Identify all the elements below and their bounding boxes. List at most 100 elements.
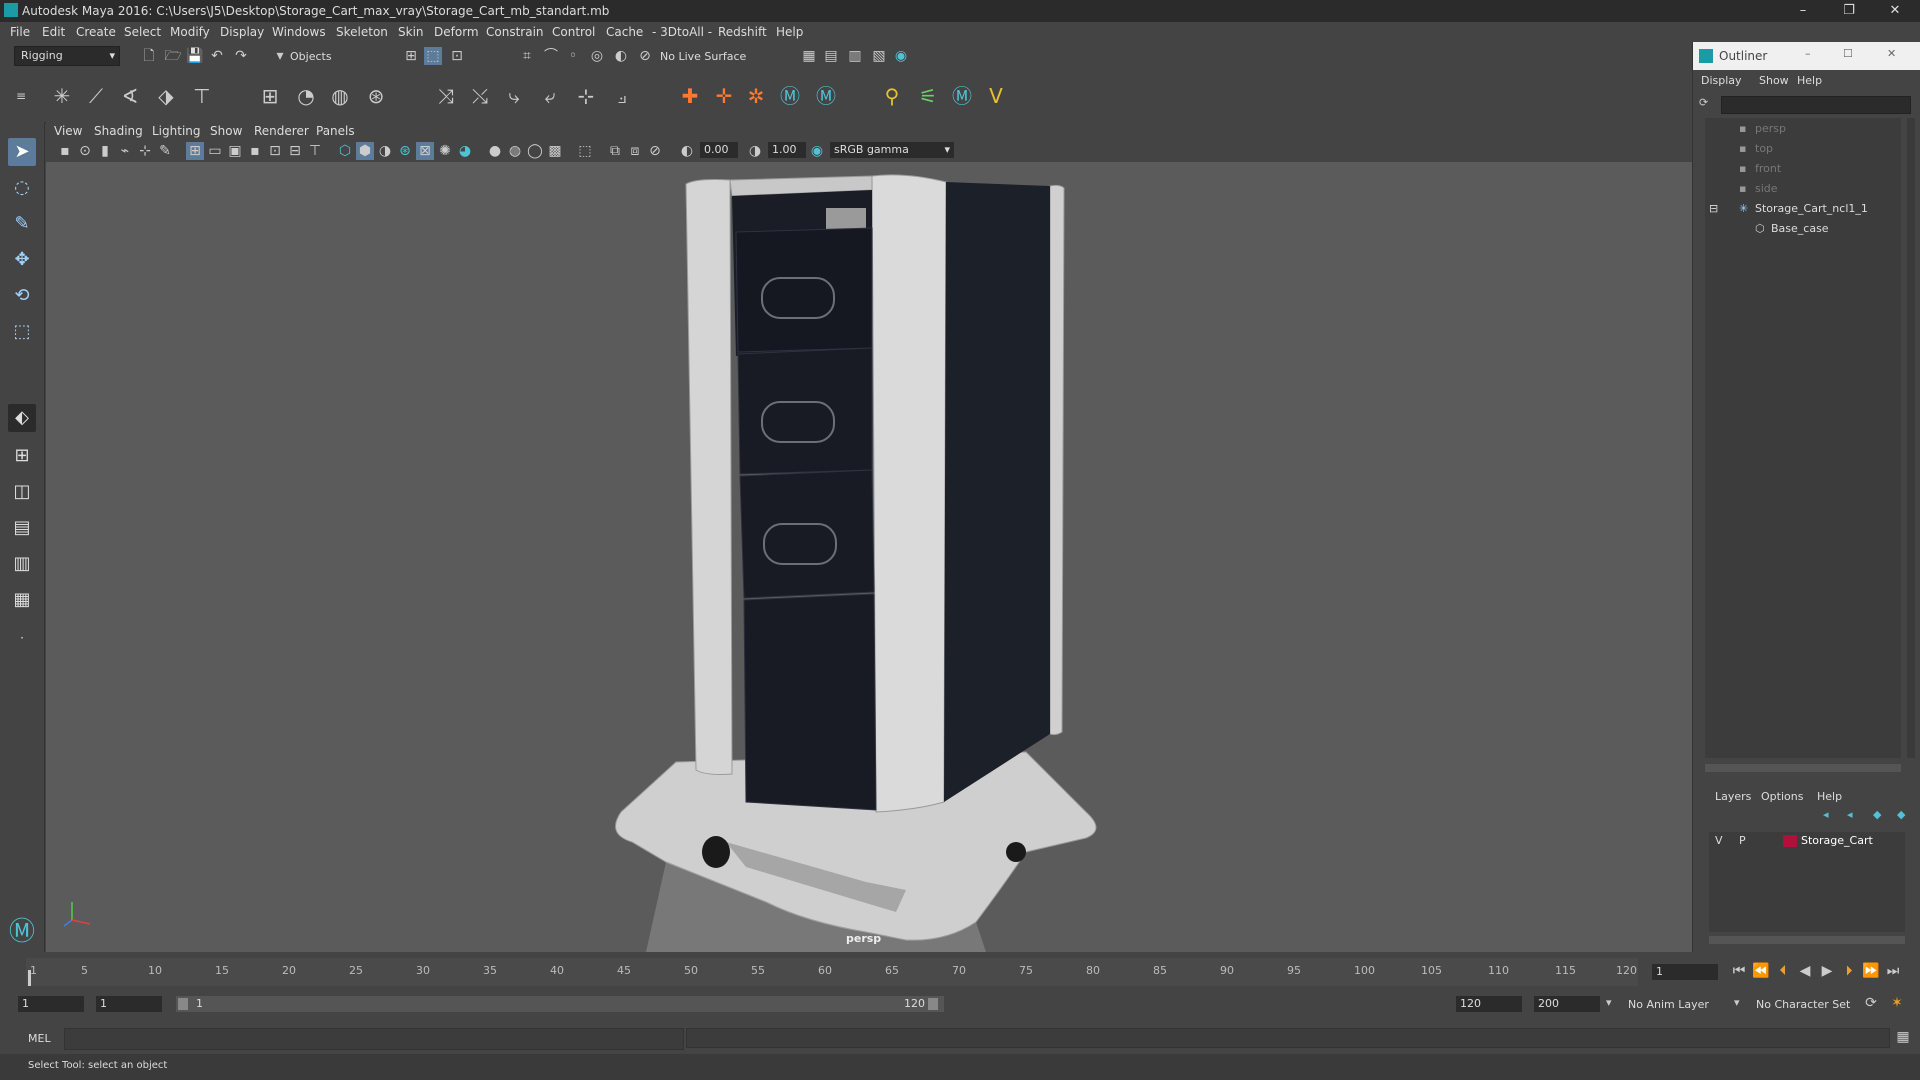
chevron-down-icon[interactable]: ▾ <box>274 47 286 65</box>
snap-view-icon[interactable]: ◎ <box>588 47 606 65</box>
gamma-field[interactable]: 1.00 <box>768 142 806 158</box>
move-layer-up-icon[interactable]: ◂ <box>1823 808 1829 821</box>
soft-mod-icon[interactable]: ⊛ <box>362 82 390 110</box>
menu-windows[interactable]: Windows <box>272 25 326 39</box>
layer-color-swatch[interactable] <box>1783 835 1797 847</box>
step-forward-frame-icon[interactable]: ⏵ <box>1840 962 1858 980</box>
outliner-layout-icon[interactable]: ▤ <box>8 514 36 542</box>
outliner-maximize-button[interactable]: ☐ <box>1843 47 1853 60</box>
command-input[interactable] <box>64 1028 684 1050</box>
refresh-icon[interactable]: ⟳ <box>1699 96 1715 112</box>
snap-surface-icon[interactable]: ◐ <box>612 47 630 65</box>
snap-live-icon[interactable]: ⊘ <box>636 47 654 65</box>
open-scene-icon[interactable]: 🗁 <box>164 47 182 65</box>
go-to-end-icon[interactable]: ⏭ <box>1884 962 1902 980</box>
locator-icon[interactable]: ⬗ <box>152 82 180 110</box>
resolution-gate-icon[interactable]: ▣ <box>226 142 244 160</box>
end-time-field[interactable]: 200 <box>1534 996 1600 1012</box>
layer-row-storage-cart[interactable]: V P Storage_Cart <box>1709 832 1905 850</box>
ipr-render-icon[interactable]: ▧ <box>870 47 888 65</box>
menu-create[interactable]: Create <box>76 25 116 39</box>
motion-blur-icon[interactable]: ◍ <box>506 142 524 160</box>
chevron-down-icon[interactable]: ▾ <box>1734 996 1740 1009</box>
four-view-icon[interactable]: ⊞ <box>8 442 36 470</box>
2d-pan-icon[interactable]: ⊹ <box>136 142 154 160</box>
script-editor-icon[interactable]: ▦ <box>1894 1028 1912 1046</box>
smooth-shade-icon[interactable]: ⬢ <box>356 142 374 160</box>
xray-icon[interactable]: ⊠ <box>416 142 434 160</box>
menu-skin[interactable]: Skin <box>398 25 424 39</box>
select-hierarchy-icon[interactable]: ⊞ <box>402 47 420 65</box>
scale-tool-icon[interactable]: ⬚ <box>8 318 36 346</box>
menu-modify[interactable]: Modify <box>170 25 210 39</box>
mirror-weights-icon[interactable]: ⤶ <box>536 82 564 110</box>
vp-menu-shading[interactable]: Shading <box>94 124 143 138</box>
set-key-icon[interactable]: ⚲ <box>878 82 906 110</box>
bookmark-icon[interactable]: ▮ <box>96 142 114 160</box>
joint-tool-icon[interactable]: ✳ <box>48 82 76 110</box>
save-scene-icon[interactable]: 💾 <box>186 47 204 65</box>
outliner-menu-display[interactable]: Display <box>1701 74 1742 87</box>
sculpt-icon[interactable]: ◍ <box>326 82 354 110</box>
collapse-icon[interactable]: ⊟ <box>1709 200 1718 218</box>
outliner-menu-show[interactable]: Show <box>1759 74 1789 87</box>
go-to-start-icon[interactable]: ⏮ <box>1730 962 1748 980</box>
outliner-vscrollbar[interactable] <box>1907 118 1915 758</box>
aa-icon[interactable]: ◯ <box>526 142 544 160</box>
anim-prefs-icon[interactable]: ✶ <box>1888 994 1906 1012</box>
select-object-icon[interactable]: ⬚ <box>424 47 442 65</box>
outliner-hscrollbar[interactable] <box>1705 764 1901 772</box>
rotate-tool-icon[interactable]: ⟲ <box>8 282 36 310</box>
new-scene-icon[interactable]: 🗋 <box>140 47 158 65</box>
textured-icon[interactable]: ⊛ <box>396 142 414 160</box>
outliner-item-side[interactable]: ▪ side <box>1705 180 1895 198</box>
anim-layer-label[interactable]: No Anim Layer <box>1628 998 1709 1011</box>
select-component-icon[interactable]: ⊡ <box>448 47 466 65</box>
layers-hscrollbar[interactable] <box>1709 936 1905 944</box>
default-material-icon[interactable]: ◑ <box>376 142 394 160</box>
outliner-close-button[interactable]: ✕ <box>1887 47 1896 60</box>
menu-skeleton[interactable]: Skeleton <box>336 25 388 39</box>
xray-joints-icon[interactable]: ⧉ <box>606 142 624 160</box>
layer-playback-toggle[interactable]: P <box>1739 834 1746 847</box>
menu-edit[interactable]: Edit <box>42 25 65 39</box>
shelf-menu-icon[interactable]: ≡ <box>14 82 28 110</box>
ik-handle-icon[interactable]: ⟋ <box>82 82 110 110</box>
paint-weights-icon[interactable]: ⤷ <box>500 82 528 110</box>
menuset-dropdown[interactable]: Rigging ▾ <box>14 46 120 66</box>
orient-constraint-icon[interactable]: ✲ <box>742 82 770 110</box>
exposure-icon[interactable]: ◐ <box>678 142 696 160</box>
current-frame-field[interactable]: 1 <box>1652 964 1718 980</box>
selection-mode-label[interactable]: Objects <box>290 50 332 63</box>
menu-display[interactable]: Display <box>220 25 264 39</box>
render-view-icon[interactable]: ▤ <box>822 47 840 65</box>
character-icon[interactable]: Ⓜ <box>812 82 840 110</box>
new-layer-selected-icon[interactable]: ◆ <box>1897 808 1905 821</box>
menu-3dtoall[interactable]: - 3DtoAll - <box>652 25 712 39</box>
dof-icon[interactable]: ▩ <box>546 142 564 160</box>
ssao-icon[interactable]: ● <box>486 142 504 160</box>
menu-control[interactable]: Control <box>552 25 595 39</box>
move-tool-icon[interactable]: ✥ <box>8 246 36 274</box>
menu-cache[interactable]: Cache <box>606 25 643 39</box>
menu-redshift[interactable]: Redshift <box>718 25 767 39</box>
range-end-handle[interactable] <box>928 998 938 1010</box>
outliner-item-storage-cart[interactable]: ⊟ ✳ Storage_Cart_ncl1_1 <box>1705 200 1895 218</box>
step-back-frame-icon[interactable]: ⏴ <box>1774 962 1792 980</box>
new-layer-icon[interactable]: ◆ <box>1873 808 1881 821</box>
render-settings-icon[interactable]: ▦ <box>800 47 818 65</box>
undo-icon[interactable]: ↶ <box>208 47 226 65</box>
vp-menu-view[interactable]: View <box>54 124 82 138</box>
ik-spline-icon[interactable]: ∢ <box>116 82 144 110</box>
smooth-bind-icon[interactable]: ⤯ <box>466 82 494 110</box>
cluster-icon[interactable]: ⊤ <box>188 82 216 110</box>
perspective-viewport[interactable]: persp <box>46 162 1692 952</box>
mel-label[interactable]: MEL <box>28 1032 51 1045</box>
close-button[interactable]: ✕ <box>1872 0 1918 22</box>
paint-select-icon[interactable]: ✎ <box>8 210 36 238</box>
safe-title-icon[interactable]: ⊤ <box>306 142 324 160</box>
aim-constraint-icon[interactable]: ✛ <box>710 82 738 110</box>
range-bar[interactable]: 1 120 <box>176 996 944 1012</box>
live-surface-label[interactable]: No Live Surface <box>660 50 746 63</box>
vp-menu-renderer[interactable]: Renderer <box>254 124 309 138</box>
